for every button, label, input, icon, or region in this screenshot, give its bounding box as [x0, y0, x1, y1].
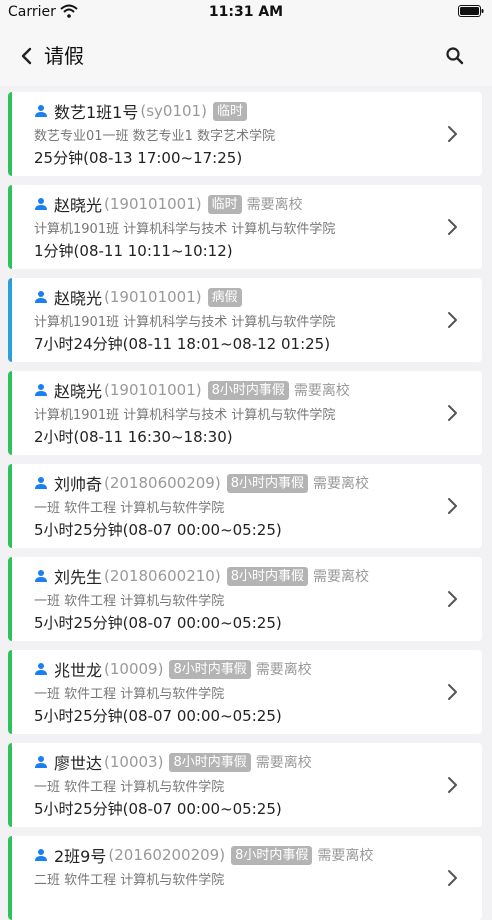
person-icon [35, 849, 47, 861]
student-id: (10009) [104, 660, 164, 678]
class-info: 一班 软件工程 计算机与软件学院 [34, 501, 225, 516]
leave-duration: 5小时25分钟(08-07 00:00~05:25) [34, 800, 282, 818]
person-icon [35, 291, 47, 303]
leave-school-note: 需要离校 [312, 476, 369, 492]
person-icon [35, 756, 47, 768]
leave-card[interactable]: 刘帅奇 (20180600209) 8小时内事假 需要离校 一班 软件工程 计算… [8, 464, 482, 548]
status-accent-bar [8, 278, 12, 362]
class-info: 二班 软件工程 计算机与软件学院 [34, 873, 225, 888]
chevron-right-icon [448, 591, 457, 607]
student-id: (20160200209) [108, 846, 226, 864]
student-name: 赵晓光 [54, 289, 103, 308]
leave-card[interactable]: 数艺1班1号 (sy0101) 临时 数艺专业01一班 数艺专业1 数字艺术学院… [8, 92, 482, 176]
student-id: (sy0101) [140, 102, 207, 120]
student-name: 兆世龙 [54, 661, 103, 680]
leave-type-badge: 临时 [212, 101, 247, 121]
leave-card[interactable]: 2班9号 (20160200209) 8小时内事假 需要离校 二班 软件工程 计… [8, 836, 482, 920]
status-accent-bar [8, 743, 12, 827]
leave-card[interactable]: 赵晓光 (190101001) 病假 计算机1901班 计算机科学与技术 计算机… [8, 278, 482, 362]
leave-duration: 5小时25分钟(08-07 00:00~05:25) [34, 614, 282, 632]
person-icon [35, 105, 47, 117]
class-info: 一班 软件工程 计算机与软件学院 [34, 780, 225, 795]
clock: 11:31 AM [208, 4, 284, 20]
status-accent-bar [8, 371, 12, 455]
leave-card[interactable]: 兆世龙 (10009) 8小时内事假 需要离校 一班 软件工程 计算机与软件学院… [8, 650, 482, 734]
leave-type-badge: 8小时内事假 [169, 659, 251, 679]
leave-school-note: 需要离校 [293, 383, 350, 399]
leave-duration: 1分钟(08-11 10:11~10:12) [34, 242, 233, 260]
status-accent-bar [8, 185, 12, 269]
class-info: 数艺专业01一班 数艺专业1 数字艺术学院 [34, 129, 276, 144]
leave-duration: 2小时(08-11 16:30~18:30) [34, 428, 233, 446]
leave-duration: 5小时25分钟(08-07 00:00~05:25) [34, 521, 282, 539]
status-accent-bar [8, 836, 12, 920]
status-accent-bar [8, 650, 12, 734]
person-icon [35, 477, 47, 489]
person-icon [35, 384, 47, 396]
student-id: (190101001) [104, 381, 202, 399]
chevron-right-icon [448, 870, 457, 886]
leave-school-note: 需要离校 [255, 755, 312, 771]
leave-duration: 7小时24分钟(08-11 18:01~08-12 01:25) [34, 335, 331, 353]
student-id: (20180600210) [104, 567, 221, 585]
student-id: (20180600209) [104, 474, 221, 492]
leave-school-note: 需要离校 [312, 569, 369, 585]
person-icon [35, 663, 47, 675]
class-info: 一班 软件工程 计算机与软件学院 [34, 594, 225, 609]
chevron-right-icon [448, 777, 457, 793]
navigation-bar: 请假 [0, 26, 492, 86]
leave-duration: 5小时25分钟(08-07 00:00~05:25) [34, 707, 282, 725]
back-chevron-icon[interactable] [14, 42, 38, 70]
chevron-right-icon [448, 684, 457, 700]
student-name: 刘帅奇 [54, 475, 103, 494]
leave-type-badge: 8小时内事假 [207, 380, 289, 400]
chevron-right-icon [448, 312, 457, 328]
leave-type-badge: 临时 [207, 194, 242, 214]
leave-type-badge: 病假 [207, 287, 242, 307]
status-bar: Carrier 11:31 AM [0, 0, 492, 26]
class-info: 计算机1901班 计算机科学与技术 计算机与软件学院 [34, 315, 336, 330]
chevron-right-icon [448, 498, 457, 514]
leave-card[interactable]: 赵晓光 (190101001) 临时 需要离校 计算机1901班 计算机科学与技… [8, 185, 482, 269]
student-name: 赵晓光 [54, 196, 103, 215]
battery-icon [458, 5, 484, 17]
leave-type-badge: 8小时内事假 [231, 845, 313, 865]
student-id: (190101001) [104, 195, 202, 213]
student-name: 赵晓光 [54, 382, 103, 401]
chevron-right-icon [448, 405, 457, 421]
chevron-right-icon [448, 126, 457, 142]
search-icon[interactable] [444, 45, 466, 67]
leave-school-note: 需要离校 [317, 848, 374, 864]
student-name: 刘先生 [54, 568, 103, 587]
student-name: 廖世达 [54, 754, 103, 773]
status-accent-bar [8, 92, 12, 176]
leave-card[interactable]: 刘先生 (20180600210) 8小时内事假 需要离校 一班 软件工程 计算… [8, 557, 482, 641]
leave-card[interactable]: 廖世达 (10003) 8小时内事假 需要离校 一班 软件工程 计算机与软件学院… [8, 743, 482, 827]
leave-type-badge: 8小时内事假 [169, 752, 251, 772]
status-accent-bar [8, 557, 12, 641]
student-id: (10003) [104, 753, 164, 771]
page-title: 请假 [44, 44, 84, 68]
leave-duration: 25分钟(08-13 17:00~17:25) [34, 149, 243, 167]
leave-type-badge: 8小时内事假 [226, 473, 308, 493]
leave-card[interactable]: 赵晓光 (190101001) 8小时内事假 需要离校 计算机1901班 计算机… [8, 371, 482, 455]
leave-school-note: 需要离校 [246, 197, 303, 213]
student-name: 2班9号 [54, 847, 107, 866]
student-name: 数艺1班1号 [54, 103, 139, 122]
chevron-right-icon [448, 219, 457, 235]
person-icon [35, 198, 47, 210]
leave-school-note: 需要离校 [255, 662, 312, 678]
class-info: 一班 软件工程 计算机与软件学院 [34, 687, 225, 702]
class-info: 计算机1901班 计算机科学与技术 计算机与软件学院 [34, 222, 336, 237]
class-info: 计算机1901班 计算机科学与技术 计算机与软件学院 [34, 408, 336, 423]
status-accent-bar [8, 464, 12, 548]
leave-type-badge: 8小时内事假 [226, 566, 308, 586]
person-icon [35, 570, 47, 582]
student-id: (190101001) [104, 288, 202, 306]
